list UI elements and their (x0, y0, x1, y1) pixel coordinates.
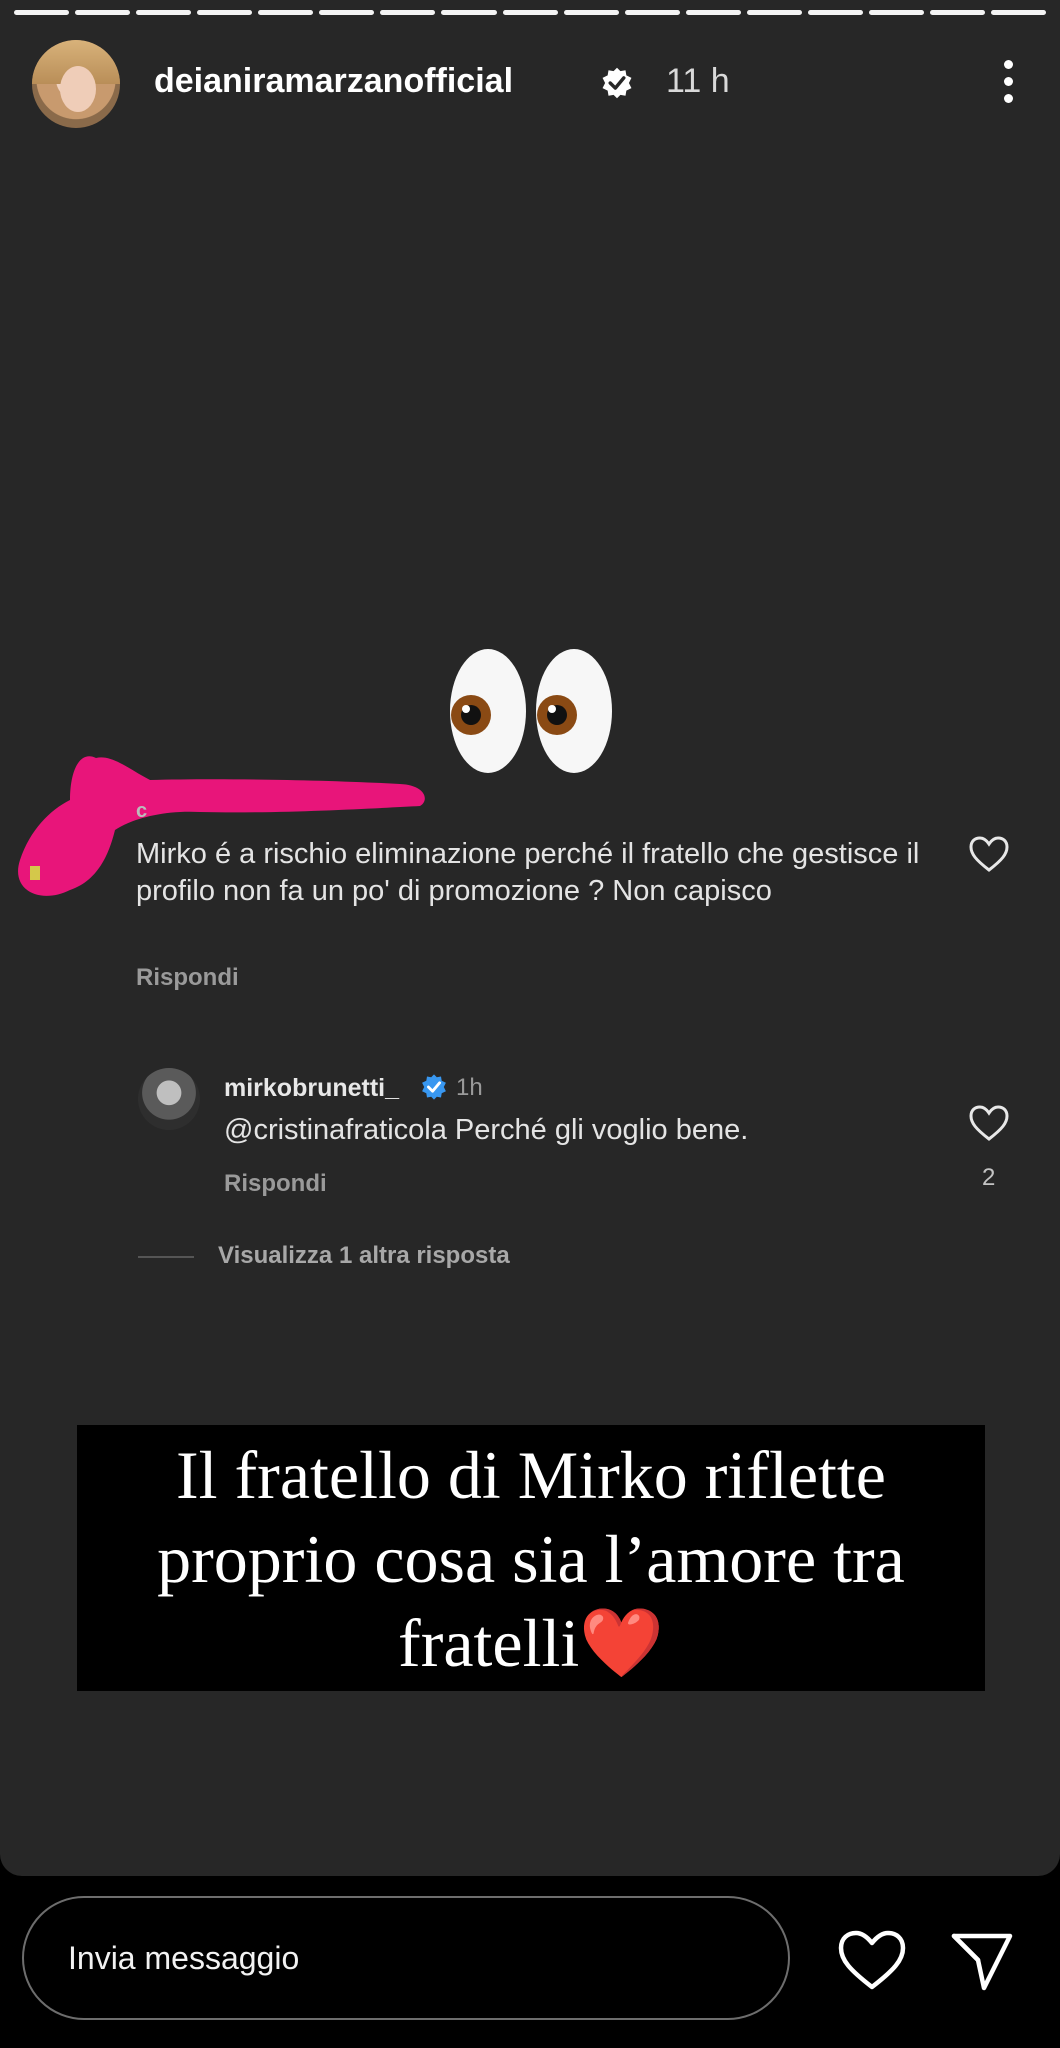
story-time: 11 h (666, 62, 730, 100)
progress-segment (75, 10, 131, 15)
progress-segment (868, 10, 924, 15)
reply-text: @cristinafraticola Perché gli voglio ben… (224, 1114, 749, 1146)
verified-badge-icon (422, 1074, 446, 1100)
send-icon[interactable] (950, 1930, 1014, 1992)
progress-segment (258, 10, 314, 15)
heart-icon[interactable] (968, 835, 1010, 873)
reply-username[interactable]: mirkobrunetti_ (224, 1074, 399, 1103)
story-header: deianiramarzanofficial 11 h (32, 40, 1028, 132)
progress-segment (929, 10, 985, 15)
reply-time: 1h (456, 1074, 483, 1101)
caption-line: proprio cosa sia l’amore tra (157, 1521, 905, 1597)
verified-badge-icon (602, 67, 632, 99)
eyes-emoji-icon (450, 649, 612, 773)
story-frame[interactable]: deianiramarzanofficial 11 h c Mirko é a … (0, 0, 1060, 1876)
heart-icon[interactable] (836, 1928, 908, 1992)
progress-segment (380, 10, 436, 15)
progress-segment (441, 10, 497, 15)
view-more-replies[interactable]: Visualizza 1 altra risposta (218, 1242, 510, 1270)
progress-segment (991, 10, 1047, 15)
comment-text: Mirko é a rischio eliminazione perché il… (136, 838, 920, 907)
divider (138, 1256, 194, 1258)
progress-segment (563, 10, 619, 15)
caption-line: Il fratello di Mirko riflette (176, 1437, 886, 1513)
progress-segment (197, 10, 253, 15)
progress-segment (746, 10, 802, 15)
progress-segment (685, 10, 741, 15)
profile-avatar[interactable] (32, 40, 120, 128)
reply-link[interactable]: Rispondi (136, 964, 239, 992)
bottom-bar (0, 1876, 1060, 2048)
caption-box: Il fratello di Mirko riflette proprio co… (77, 1425, 985, 1691)
message-input[interactable] (22, 1896, 790, 2020)
progress-segment (14, 10, 70, 15)
heart-icon[interactable] (968, 1104, 1010, 1142)
like-count: 2 (982, 1164, 996, 1191)
progress-segment (136, 10, 192, 15)
story-progress-bar (14, 10, 1047, 15)
comment-author: c (136, 800, 148, 822)
story-username[interactable]: deianiramarzanofficial (154, 62, 513, 101)
reply-link[interactable]: Rispondi (224, 1170, 327, 1198)
caption-line: fratelli❤️ (398, 1605, 664, 1681)
progress-segment (502, 10, 558, 15)
reply-avatar[interactable] (138, 1068, 200, 1130)
progress-segment (319, 10, 375, 15)
caption-text: Il fratello di Mirko riflette proprio co… (77, 1433, 985, 1685)
progress-segment (807, 10, 863, 15)
more-options-icon[interactable] (1000, 60, 1016, 106)
progress-segment (624, 10, 680, 15)
